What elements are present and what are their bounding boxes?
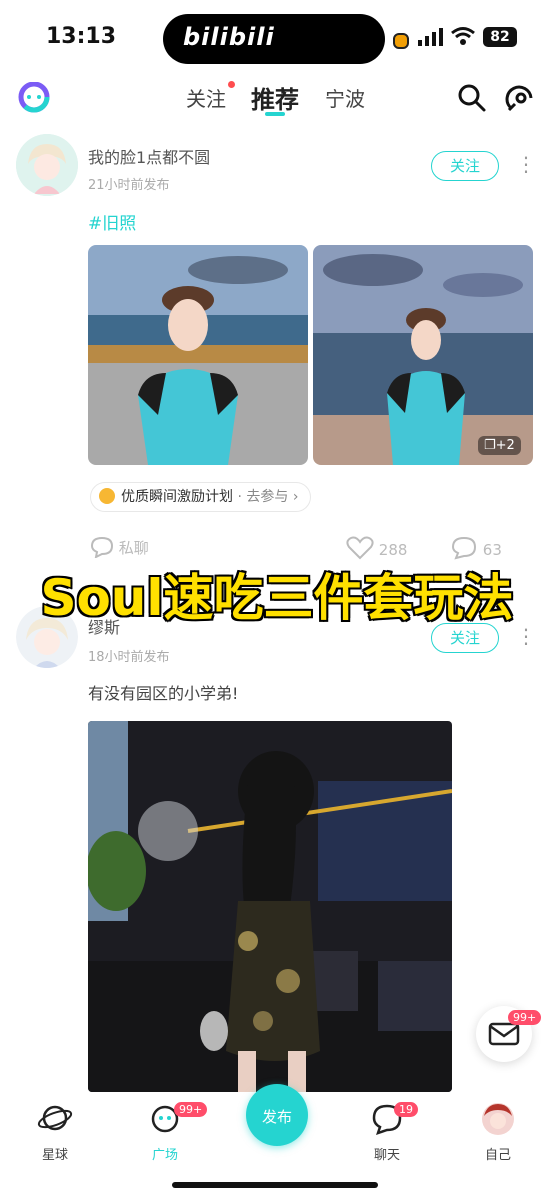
avatar[interactable] (16, 134, 78, 196)
heart-icon (346, 536, 374, 560)
status-time: 13:13 (46, 24, 117, 49)
planet-icon (37, 1105, 73, 1131)
home-indicator (172, 1182, 378, 1188)
chat-badge: 19 (394, 1102, 418, 1117)
nav-planet[interactable]: 星球 (20, 1102, 90, 1163)
chat-bubble-icon (90, 536, 114, 559)
nav-profile[interactable]: 自己 (463, 1102, 533, 1163)
radar-icon[interactable] (505, 82, 537, 114)
camera-dot (393, 33, 409, 49)
more-images-badge: ❐+2 (478, 436, 521, 455)
signal-icon (418, 28, 443, 46)
tab-following[interactable]: 关注 (186, 83, 226, 112)
wifi-icon (451, 27, 475, 45)
battery-indicator: 82 (483, 27, 517, 47)
like-action[interactable]: 288 (346, 536, 407, 560)
post-time: 21小时前发布 (88, 178, 170, 193)
soul-logo-icon[interactable] (15, 82, 53, 114)
bilibili-logo: bilibili (183, 23, 275, 51)
tab-active-indicator (265, 112, 285, 116)
gallery-icon: ❐ (484, 438, 496, 453)
more-options-icon[interactable]: ⋮ (516, 152, 536, 176)
tab-following-dot (228, 81, 235, 88)
video-overlay-title: Soul速吃三件套玩法 (39, 568, 515, 629)
search-icon[interactable] (456, 82, 488, 114)
post-username[interactable]: 我的脸1点都不圆 (88, 144, 210, 168)
floating-message-badge: 99+ (508, 1010, 542, 1025)
status-bar: 13:13 bilibili 82 (0, 0, 554, 70)
promo-pill[interactable]: 优质瞬间激励计划 · 去参与 › (90, 482, 312, 512)
follow-button[interactable]: 关注 (431, 151, 499, 181)
comment-action[interactable]: 63 (450, 536, 502, 560)
post-photo-2[interactable] (313, 245, 533, 465)
post-photo-1[interactable] (88, 245, 308, 465)
tab-recommended[interactable]: 推荐 (251, 80, 299, 115)
post-text: 有没有园区的小学弟! (88, 684, 239, 703)
chevron-right-icon: › (292, 489, 299, 505)
post-tag[interactable]: #旧照 (88, 209, 136, 234)
coin-icon (99, 488, 115, 504)
tab-ningbo[interactable]: 宁波 (325, 83, 365, 112)
square-badge: 99+ (174, 1102, 208, 1117)
post-photo-3[interactable] (88, 721, 452, 1092)
private-chat-action[interactable]: 私聊 (90, 536, 149, 559)
comment-icon (451, 536, 477, 560)
post-time: 18小时前发布 (88, 650, 170, 665)
avatar (482, 1103, 514, 1135)
publish-button[interactable]: 发布 瞬间 (246, 1084, 308, 1176)
